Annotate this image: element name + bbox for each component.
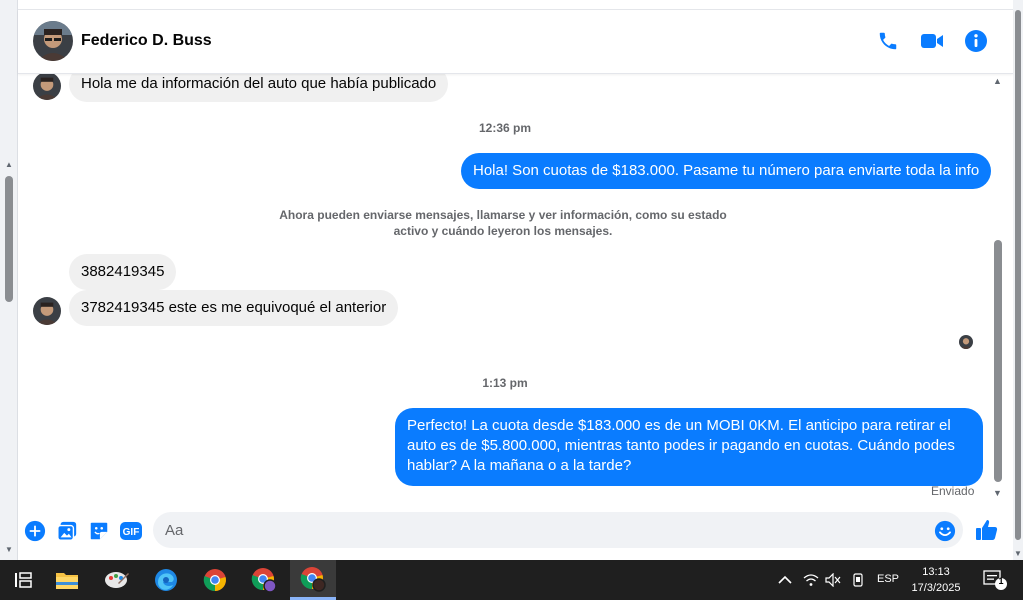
contact-avatar[interactable] xyxy=(33,21,73,61)
window-scrollbar[interactable]: ▼ xyxy=(1013,0,1023,560)
page-scrollbar[interactable]: ▲ ▼ xyxy=(4,160,14,555)
windows-taskbar: ESP 13:13 17/3/2025 1 xyxy=(0,560,1023,600)
like-button[interactable] xyxy=(975,518,999,542)
chrome-icon xyxy=(203,569,226,592)
task-view-icon xyxy=(15,572,32,588)
volume-button[interactable] xyxy=(820,560,846,600)
sent-status: Enviado xyxy=(931,484,975,498)
clock-time: 13:13 xyxy=(922,566,950,578)
message-composer: GIF xyxy=(18,504,1013,560)
chrome-profile-icon-active xyxy=(300,566,326,592)
paint-button[interactable] xyxy=(94,560,140,600)
clock-date: 17/3/2025 xyxy=(911,582,961,594)
system-clock[interactable]: 13:13 17/3/2025 xyxy=(905,564,967,596)
video-icon xyxy=(921,34,943,48)
emoji-button[interactable] xyxy=(934,520,956,542)
incoming-message[interactable]: 3782419345 este es me equivoqué el anter… xyxy=(69,290,399,326)
system-notice: Ahora pueden enviarse mensajes, llamarse… xyxy=(279,208,727,238)
plus-icon xyxy=(24,520,46,542)
notifications-button[interactable]: 1 xyxy=(975,560,1015,600)
scroll-up-arrow-icon[interactable]: ▲ xyxy=(993,76,1002,86)
attach-photo-button[interactable] xyxy=(56,520,78,542)
incoming-message[interactable]: 3882419345 xyxy=(69,254,177,290)
emoji-icon xyxy=(934,520,956,542)
outgoing-message[interactable]: Hola! Son cuotas de $183.000. Pasame tu … xyxy=(461,153,992,189)
message-scrollbar-thumb[interactable] xyxy=(994,240,1002,482)
incoming-message[interactable]: Hola me da información del auto que habí… xyxy=(69,74,449,102)
gif-label: GIF xyxy=(123,527,140,538)
edge-button[interactable] xyxy=(143,560,189,600)
wifi-icon xyxy=(803,574,819,586)
message-input[interactable] xyxy=(153,512,963,548)
page-left-strip: ▲ ▼ xyxy=(0,0,18,560)
show-hidden-icons-button[interactable] xyxy=(772,560,798,600)
screen: ▲ ▼ Federico D. Buss Hola me da informac… xyxy=(0,0,1023,600)
top-bar-edge xyxy=(18,0,1013,10)
page-scrollbar-thumb[interactable] xyxy=(5,176,13,302)
file-explorer-button[interactable] xyxy=(44,560,90,600)
outgoing-message[interactable]: Perfecto! La cuota desde $183.000 es de … xyxy=(395,408,983,486)
device-button[interactable] xyxy=(845,560,871,600)
chevron-up-icon xyxy=(778,575,792,584)
info-icon xyxy=(965,30,987,52)
message-list-scrollbar[interactable]: ▲ ▼ xyxy=(991,74,1005,500)
notification-count: 1 xyxy=(998,576,1004,586)
message-timestamp: 12:36 pm xyxy=(478,121,532,135)
read-receipt-avatar xyxy=(959,335,973,349)
input-language-indicator[interactable]: ESP xyxy=(877,573,899,585)
page-scroll-up-arrow-icon[interactable]: ▲ xyxy=(4,160,14,170)
sticker-icon xyxy=(90,522,108,540)
device-icon xyxy=(853,573,863,587)
message-list: Hola me da información del auto que habí… xyxy=(18,74,998,504)
paint-icon xyxy=(105,572,129,588)
photo-icon xyxy=(57,521,77,541)
call-button[interactable] xyxy=(875,28,901,54)
chat-panel: Federico D. Buss Hola me da información … xyxy=(18,0,1013,560)
chrome-profile-button[interactable] xyxy=(241,560,287,600)
edge-icon xyxy=(155,569,177,591)
chrome-profile-icon xyxy=(251,568,277,593)
chrome-button[interactable] xyxy=(192,560,238,600)
conversation-info-button[interactable] xyxy=(963,28,989,54)
task-view-button[interactable] xyxy=(0,560,46,600)
chrome-profile-active-button[interactable] xyxy=(290,560,336,600)
window-scrollbar-thumb[interactable] xyxy=(1015,10,1021,540)
contact-name[interactable]: Federico D. Buss xyxy=(81,32,212,50)
phone-icon xyxy=(879,32,897,50)
scroll-down-arrow-icon[interactable]: ▼ xyxy=(993,488,1002,498)
page-scroll-down-arrow-icon[interactable]: ▼ xyxy=(4,545,14,555)
video-call-button[interactable] xyxy=(919,28,945,54)
gif-button[interactable]: GIF xyxy=(119,520,143,542)
thumbs-up-icon xyxy=(976,520,998,540)
gif-icon: GIF xyxy=(120,522,142,540)
volume-muted-icon xyxy=(825,573,841,587)
chat-header: Federico D. Buss xyxy=(18,10,1013,74)
more-actions-button[interactable] xyxy=(24,520,46,542)
contact-avatar-small[interactable] xyxy=(33,297,61,325)
message-timestamp: 1:13 pm xyxy=(482,376,528,390)
contact-avatar-small[interactable] xyxy=(33,74,61,100)
file-explorer-icon xyxy=(56,573,78,589)
window-scroll-down-arrow-icon[interactable]: ▼ xyxy=(1013,549,1023,558)
sticker-button[interactable] xyxy=(88,520,110,542)
